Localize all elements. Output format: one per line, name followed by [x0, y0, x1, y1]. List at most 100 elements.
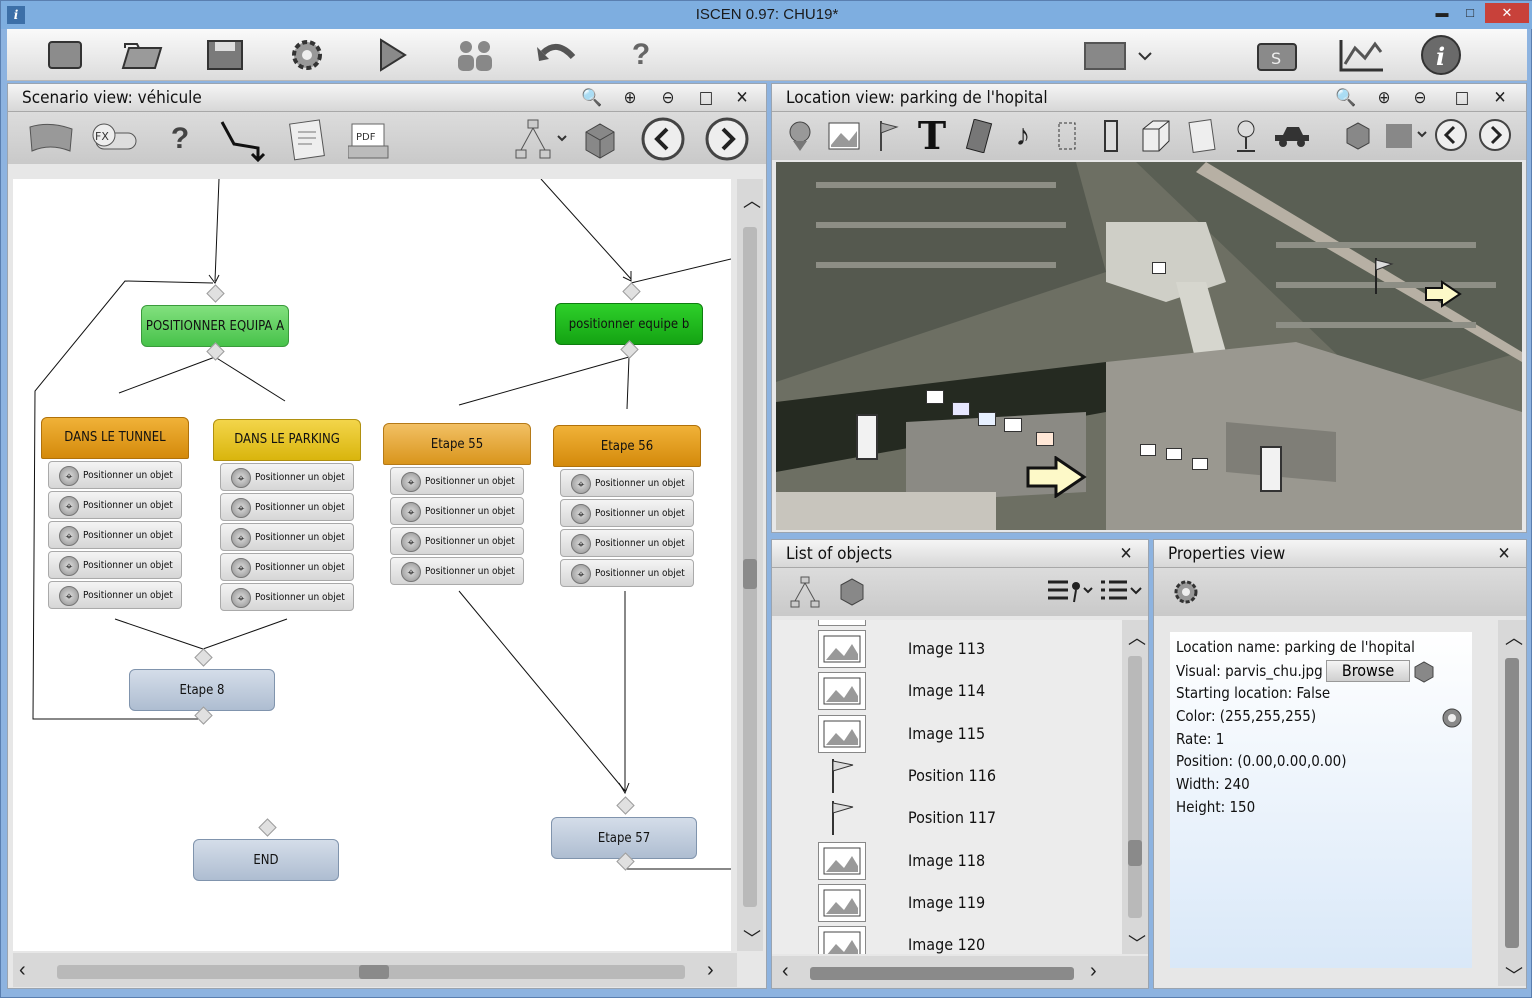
users-icon[interactable] [453, 35, 497, 75]
window-list-icon[interactable] [1081, 35, 1161, 75]
object-list-item[interactable]: Image 119 [772, 882, 1122, 924]
zoom-out-icon[interactable]: ⊖ [656, 87, 680, 109]
sort-list-icon[interactable] [1098, 574, 1144, 610]
action-positionner-objet[interactable]: ⌖ Positionner un objet [390, 557, 524, 585]
settings-icon[interactable] [285, 35, 329, 75]
person-marker-icon[interactable] [926, 390, 944, 404]
transition-icon[interactable] [218, 118, 268, 162]
door-icon[interactable] [1096, 118, 1126, 154]
flag-icon[interactable] [26, 120, 76, 158]
step-end[interactable]: END [193, 839, 339, 881]
step-etape-56[interactable]: Etape 56 [553, 425, 701, 467]
object-list-item[interactable]: Image 118 [772, 840, 1122, 882]
person-marker-icon[interactable] [1140, 444, 1156, 456]
step-dans-le-tunnel[interactable]: DANS LE TUNNEL [41, 417, 189, 459]
close-window-button[interactable]: ✕ [1485, 3, 1529, 23]
arrow-marker-icon[interactable] [1026, 455, 1088, 503]
person-pin-icon[interactable] [1228, 118, 1264, 154]
notes-icon[interactable] [284, 118, 328, 162]
location-pin-icon[interactable] [782, 118, 818, 154]
zoom-in-icon[interactable]: ⊕ [618, 87, 642, 109]
scroll-thumb[interactable] [359, 965, 389, 979]
person-marker-icon[interactable] [1036, 432, 1054, 446]
scenario-vertical-scrollbar[interactable]: ︿ ﹀ [737, 179, 763, 951]
zoom-out-icon[interactable]: ⊖ [1408, 87, 1432, 109]
scroll-thumb[interactable] [810, 967, 1074, 980]
question-icon[interactable]: ? [158, 118, 202, 160]
action-positionner-objet[interactable]: ⌖ Positionner un objet [48, 491, 182, 519]
box-icon[interactable] [1138, 118, 1174, 154]
notes-icon[interactable] [1184, 118, 1220, 154]
action-positionner-objet[interactable]: ⌖ Positionner un objet [48, 521, 182, 549]
step-etape-8[interactable]: Etape 8 [129, 669, 275, 711]
scenario-canvas[interactable]: POSITIONNER EQUIPA A positionner equipe … [13, 179, 731, 951]
close-panel-icon[interactable]: ✕ [1114, 543, 1138, 565]
object-list-item[interactable]: Image 120 [772, 924, 1122, 954]
scroll-thumb[interactable] [743, 559, 757, 589]
save-icon[interactable] [203, 35, 247, 75]
flag-marker-icon[interactable] [1372, 256, 1396, 301]
minimize-button[interactable]: ▬ [1429, 3, 1455, 23]
object-list-item[interactable]: Image 115 [772, 713, 1122, 755]
properties-vertical-scrollbar[interactable]: ︿ ﹀ [1498, 620, 1526, 986]
action-positionner-objet[interactable]: ⌖ Positionner un objet [220, 523, 354, 551]
play-icon[interactable] [369, 35, 413, 75]
zoom-fit-icon[interactable]: 🔍 [580, 87, 604, 109]
person-marker-icon[interactable] [1152, 262, 1166, 274]
object-list-item[interactable]: Position 116 [772, 755, 1122, 797]
action-positionner-objet[interactable]: ⌖ Positionner un objet [560, 499, 694, 527]
scroll-up-icon[interactable]: ︿ [743, 187, 761, 213]
door-marker-icon[interactable] [856, 414, 878, 460]
action-positionner-objet[interactable]: ⌖ Positionner un objet [560, 559, 694, 587]
close-panel-icon[interactable]: ✕ [1492, 543, 1516, 565]
maximize-panel-icon[interactable]: □ [694, 87, 718, 109]
person-marker-icon[interactable] [1004, 418, 1022, 432]
previous-icon[interactable] [640, 116, 686, 162]
scroll-left-icon[interactable]: ‹ [19, 959, 26, 982]
cube-icon[interactable] [580, 120, 620, 162]
selection-icon[interactable] [1052, 118, 1082, 154]
help-icon[interactable]: ? [619, 35, 663, 75]
action-positionner-objet[interactable]: ⌖ Positionner un objet [560, 529, 694, 557]
pdf-icon[interactable]: PDF [348, 120, 390, 160]
scroll-right-icon[interactable]: › [1090, 960, 1097, 983]
scenario-export-icon[interactable]: S [1255, 35, 1299, 75]
scroll-thumb[interactable] [1505, 658, 1519, 948]
action-positionner-objet[interactable]: ⌖ Positionner un objet [220, 553, 354, 581]
location-map[interactable] [776, 162, 1522, 530]
scroll-up-icon[interactable]: ︿ [1505, 624, 1523, 650]
previous-icon[interactable] [1432, 116, 1470, 154]
scroll-track[interactable] [1128, 656, 1142, 918]
action-positionner-objet[interactable]: ⌖ Positionner un objet [220, 583, 354, 611]
cube-icon[interactable] [834, 574, 870, 610]
scroll-down-icon[interactable]: ﹀ [1128, 930, 1146, 956]
door-marker-icon[interactable] [1260, 446, 1282, 492]
tree-layout-icon[interactable] [788, 574, 824, 610]
action-positionner-objet[interactable]: ⌖ Positionner un objet [220, 463, 354, 491]
tree-layout-icon[interactable] [514, 118, 570, 162]
color-picker-icon[interactable] [1440, 706, 1464, 728]
action-positionner-objet[interactable]: ⌖ Positionner un objet [390, 527, 524, 555]
objects-list[interactable]: Image 113 Image 114 Image 115 Position 116 P… [772, 620, 1122, 954]
filter-list-icon[interactable] [1046, 574, 1094, 610]
person-marker-icon[interactable] [1166, 448, 1182, 460]
new-icon[interactable] [43, 35, 87, 75]
flag-icon[interactable] [874, 118, 904, 154]
action-positionner-objet[interactable]: ⌖ Positionner un objet [48, 581, 182, 609]
browse-button[interactable]: Browse [1326, 660, 1410, 682]
cube-icon[interactable] [1412, 660, 1436, 684]
arrow-marker-icon[interactable] [1424, 280, 1462, 313]
scenario-horizontal-scrollbar[interactable]: ‹ › [13, 953, 737, 987]
text-tool-icon[interactable]: T [914, 113, 950, 158]
scroll-left-icon[interactable]: ‹ [782, 960, 789, 983]
object-list-item[interactable]: Position 117 [772, 797, 1122, 839]
objects-vertical-scrollbar[interactable]: ︿ ﹀ [1122, 620, 1148, 954]
step-dans-le-parking[interactable]: DANS LE PARKING [213, 419, 361, 461]
action-positionner-objet[interactable]: ⌖ Positionner un objet [220, 493, 354, 521]
image-icon[interactable] [826, 118, 862, 154]
step-etape-55[interactable]: Etape 55 [383, 423, 531, 465]
action-positionner-objet[interactable]: ⌖ Positionner un objet [390, 497, 524, 525]
step-positionner-equipe-a[interactable]: POSITIONNER EQUIPA A [141, 305, 289, 347]
car-icon[interactable] [1272, 118, 1312, 154]
action-positionner-objet[interactable]: ⌖ Positionner un objet [560, 469, 694, 497]
